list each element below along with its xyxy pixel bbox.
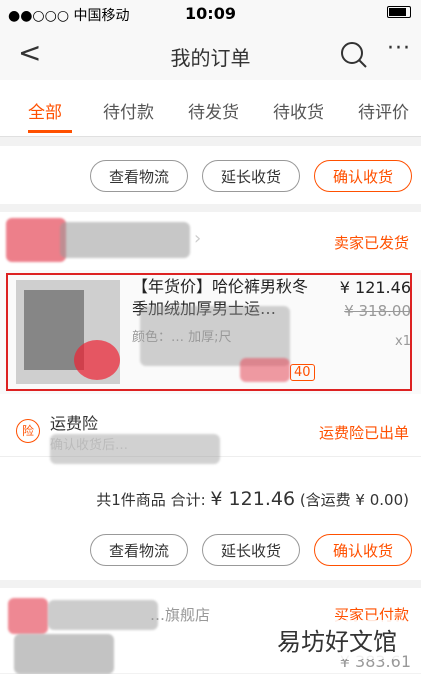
battery-icon — [387, 4, 411, 20]
redaction-scribble — [14, 634, 114, 674]
confirm-receipt-button[interactable]: 确认收货 — [314, 160, 412, 192]
view-logistics-button[interactable]: 查看物流 — [90, 160, 188, 192]
extend-receipt-button[interactable]: 延长收货 — [202, 534, 300, 566]
search-icon[interactable] — [339, 40, 369, 74]
total-label: 合计: — [170, 491, 206, 509]
store-row[interactable]: › 卖家已发货 — [0, 212, 421, 270]
view-logistics-button[interactable]: 查看物流 — [90, 534, 188, 566]
highlight-box — [6, 273, 412, 391]
item-count: 共1件商品 — [96, 491, 166, 509]
tab-all[interactable]: 全部 — [28, 98, 62, 123]
tab-pending-shipment[interactable]: 待发货 — [188, 98, 239, 123]
total-amount: ¥ 121.46 — [210, 488, 296, 510]
store-avatar — [6, 218, 66, 262]
order-card: › 卖家已发货 【年货价】哈伦裤男秋冬季加绒加厚男士运… 颜色：… 加厚;尺 ¥… — [0, 212, 421, 580]
tab-pending-review[interactable]: 待评价 — [358, 98, 409, 123]
order-summary: 共1件商品 合计: ¥ 121.46 (含运费 ¥ 0.00) — [96, 488, 409, 510]
clock: 10:09 — [185, 4, 236, 23]
watermark: 易坊好文馆 — [271, 620, 403, 659]
order-tabs: 全部 待付款 待发货 待收货 待评价 — [0, 80, 421, 137]
insurance-icon: 险 — [16, 419, 40, 443]
extend-receipt-button[interactable]: 延长收货 — [202, 160, 300, 192]
store-name-redacted — [60, 222, 190, 258]
order-status: 卖家已发货 — [333, 234, 409, 252]
chevron-right-icon: › — [194, 228, 202, 249]
insurance-subtitle: 确认收货后… — [50, 438, 129, 453]
more-icon[interactable]: ··· — [387, 36, 411, 61]
shipping-fee: (含运费 ¥ 0.00) — [299, 491, 409, 509]
store-name-redacted — [48, 600, 158, 630]
status-bar: ●●○○○ 中国移动 10:09 — [0, 0, 421, 28]
tab-pending-payment[interactable]: 待付款 — [103, 98, 154, 123]
tab-indicator — [28, 130, 72, 133]
insurance-title: 运费险 — [50, 414, 99, 433]
confirm-receipt-button[interactable]: 确认收货 — [314, 534, 412, 566]
tab-pending-receipt[interactable]: 待收货 — [273, 98, 324, 123]
previous-order-actions: 查看物流 延长收货 确认收货 — [0, 146, 421, 204]
nav-bar: < 我的订单 ··· — [0, 28, 421, 80]
next-store-name[interactable]: …旗舰店 — [150, 604, 210, 625]
insurance-status: 运费险已出单 — [318, 424, 409, 442]
store-avatar — [8, 598, 48, 634]
